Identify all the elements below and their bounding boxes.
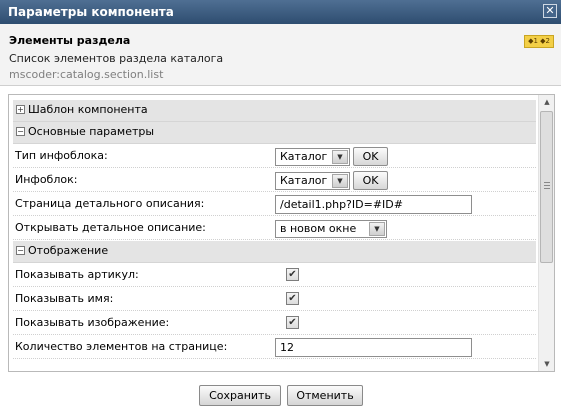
page-count-label: Количество элементов на странице:	[15, 340, 228, 353]
component-name: Элементы раздела	[9, 34, 131, 47]
grip-icon	[544, 182, 550, 189]
section-template-label: Шаблон компонента	[28, 103, 148, 116]
iblock-type-select[interactable]: Каталог ▼	[275, 148, 350, 166]
scrollbar-thumb[interactable]	[540, 111, 553, 263]
section-template[interactable]: + Шаблон компонента	[13, 100, 536, 122]
dialog-titlebar: Параметры компонента ✕	[0, 0, 561, 24]
iblock-type-label: Тип инфоблока:	[15, 149, 108, 162]
show-article-checkbox[interactable]: ✔	[286, 268, 299, 281]
expand-icon[interactable]: +	[16, 104, 25, 114]
iblock-type-ok-button[interactable]: OK	[353, 147, 388, 166]
chevron-down-icon[interactable]: ▼	[332, 174, 348, 188]
iblock-select[interactable]: Каталог ▼	[275, 172, 350, 190]
section-display-label: Отображение	[28, 244, 109, 257]
close-icon[interactable]: ✕	[543, 4, 557, 18]
chevron-down-icon[interactable]: ▼	[332, 150, 348, 164]
row-show-name: Показывать имя: ✔	[13, 287, 536, 311]
dialog-title: Параметры компонента	[8, 5, 174, 19]
save-button[interactable]: Сохранить	[199, 385, 281, 406]
collapse-icon[interactable]: −	[16, 245, 25, 255]
component-description: Список элементов раздела каталога	[9, 52, 224, 65]
row-detail-url: Страница детального описания: /detail1.p…	[13, 192, 536, 216]
show-name-label: Показывать имя:	[15, 292, 114, 305]
collapse-icon[interactable]: −	[16, 126, 25, 136]
iblock-type-value: Каталог	[280, 150, 328, 163]
component-badge[interactable]: ◆1 ◆2	[524, 35, 554, 48]
iblock-value: Каталог	[280, 174, 328, 187]
row-show-article: Показывать артикул: ✔	[13, 263, 536, 287]
open-detail-value: в новом окне	[280, 222, 357, 235]
row-page-count: Количество элементов на странице: 12	[13, 335, 536, 359]
show-image-label: Показывать изображение:	[15, 316, 170, 329]
scroll-down-icon[interactable]: ▼	[540, 357, 554, 371]
detail-url-label: Страница детального описания:	[15, 197, 205, 210]
cancel-button[interactable]: Отменить	[287, 385, 363, 406]
chevron-down-icon[interactable]: ▼	[369, 222, 385, 236]
parameters-panel: + Шаблон компонента − Основные параметры Т…	[8, 94, 555, 372]
detail-url-input[interactable]: /detail1.php?ID=#ID#	[275, 195, 472, 214]
iblock-ok-button[interactable]: OK	[353, 171, 388, 190]
show-image-checkbox[interactable]: ✔	[286, 316, 299, 329]
section-basic[interactable]: − Основные параметры	[13, 122, 536, 144]
open-detail-select[interactable]: в новом окне ▼	[275, 220, 387, 238]
parameters-list: + Шаблон компонента − Основные параметры Т…	[9, 95, 539, 359]
show-name-checkbox[interactable]: ✔	[286, 292, 299, 305]
row-show-image: Показывать изображение: ✔	[13, 311, 536, 335]
vertical-scrollbar[interactable]: ▲ ▼	[538, 95, 554, 371]
row-iblock: Инфоблок: Каталог ▼ OK	[13, 168, 536, 192]
component-code: mscoder:catalog.section.list	[9, 68, 164, 81]
open-detail-label: Открывать детальное описание:	[15, 221, 206, 234]
show-article-label: Показывать артикул:	[15, 268, 139, 281]
section-display[interactable]: − Отображение	[13, 241, 536, 263]
scroll-up-icon[interactable]: ▲	[540, 95, 554, 109]
row-iblock-type: Тип инфоблока: Каталог ▼ OK	[13, 144, 536, 168]
iblock-label: Инфоблок:	[15, 173, 78, 186]
page-count-input[interactable]: 12	[275, 338, 472, 357]
component-info: Элементы раздела Список элементов раздел…	[0, 24, 561, 86]
section-basic-label: Основные параметры	[28, 125, 155, 138]
row-open-detail: Открывать детальное описание: в новом ок…	[13, 216, 536, 240]
